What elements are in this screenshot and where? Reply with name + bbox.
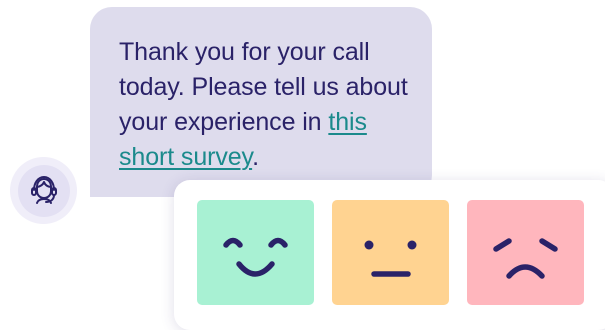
- sad-rating-button[interactable]: [467, 200, 584, 305]
- chat-message-bubble: Thank you for your call today. Please te…: [90, 7, 432, 197]
- message-period: .: [252, 143, 259, 171]
- neutral-rating-button[interactable]: [332, 200, 449, 305]
- neutral-face-icon: [364, 240, 417, 277]
- happy-rating-button[interactable]: [197, 200, 314, 305]
- happy-face-icon: [223, 237, 288, 277]
- avatar: [10, 157, 77, 224]
- chat-message-text: Thank you for your call today. Please te…: [119, 35, 412, 175]
- headset-agent-icon: [30, 175, 57, 204]
- sad-face-icon: [493, 238, 558, 279]
- avatar-inner: [17, 164, 70, 217]
